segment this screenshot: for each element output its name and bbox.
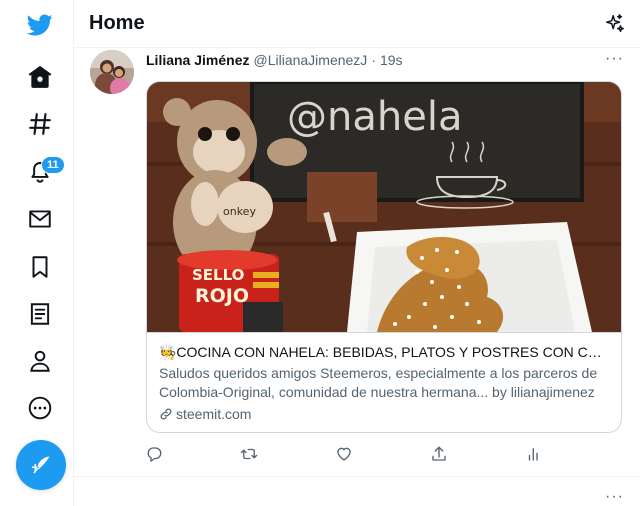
nav-lists[interactable] [17, 291, 63, 337]
analytics-icon [528, 448, 538, 461]
twitter-logo-link[interactable] [17, 2, 63, 48]
main-timeline: Home Liliana Jiménez @LilianaJimenezJ · … [74, 0, 640, 506]
card-image: @nahela onkey SELLO ROJO [147, 82, 621, 332]
share-icon [432, 446, 446, 461]
separator-dot: · [371, 52, 376, 68]
tweet-actions [140, 442, 560, 466]
nav-profile[interactable] [17, 338, 63, 384]
card-image-text: @nahela [287, 94, 462, 140]
card-domain: steemit.com [159, 405, 611, 423]
next-tweet-more-button[interactable]: ··· [605, 488, 624, 506]
compose-tweet-button[interactable] [16, 440, 66, 490]
reply-icon [147, 447, 162, 462]
like-icon [337, 447, 351, 461]
tweet-timestamp[interactable]: 19s [380, 52, 403, 68]
share-button[interactable] [427, 442, 451, 466]
link-card[interactable]: @nahela onkey [146, 81, 622, 433]
link-icon [160, 408, 172, 420]
timeline-header: Home [74, 0, 640, 48]
user-handle[interactable]: @LilianaJimenezJ [253, 52, 367, 68]
nav-explore[interactable] [17, 101, 63, 147]
nav-notifications[interactable]: 11 [17, 148, 65, 194]
nav-bookmarks[interactable] [17, 244, 63, 290]
sidebar-nav: 11 [0, 0, 74, 506]
home-icon [28, 65, 52, 88]
notifications-badge: 11 [41, 156, 65, 174]
nav-more[interactable] [17, 385, 63, 431]
sparkle-icon[interactable] [604, 13, 626, 35]
retweet-button[interactable] [237, 442, 261, 466]
twitter-bird-icon [27, 14, 53, 36]
feather-plus-icon [32, 456, 50, 474]
card-details: 🧑‍🍳COCINA CON NAHELA: BEBIDAS, PLATOS Y … [147, 332, 621, 432]
svg-text:ROJO: ROJO [195, 285, 249, 307]
bookmark-icon [32, 256, 48, 278]
card-domain-text: steemit.com [176, 406, 252, 422]
svg-text:SELLO: SELLO [192, 266, 244, 284]
avatar-photo [90, 50, 134, 94]
hashtag-icon [29, 113, 51, 135]
card-description: Saludos queridos amigos Steemeros, espec… [159, 365, 598, 400]
like-button[interactable] [332, 442, 356, 466]
retweet-icon [240, 448, 258, 460]
analytics-button[interactable] [522, 442, 546, 466]
card-title: 🧑‍🍳COCINA CON NAHELA: BEBIDAS, PLATOS Y … [159, 344, 611, 360]
more-circle-icon [28, 396, 52, 420]
nav-home[interactable] [17, 54, 63, 100]
reply-button[interactable] [142, 442, 166, 466]
envelope-icon [29, 210, 51, 228]
svg-text:onkey: onkey [223, 205, 256, 218]
tweet-header: Liliana Jiménez @LilianaJimenezJ · 19s [146, 52, 403, 68]
list-icon [30, 303, 50, 325]
display-name[interactable]: Liliana Jiménez [146, 52, 249, 68]
person-icon [30, 350, 50, 372]
nav-messages[interactable] [17, 196, 63, 242]
avatar[interactable] [90, 50, 134, 94]
tweet-more-button[interactable]: ··· [605, 50, 624, 68]
page-title: Home [89, 12, 145, 34]
tweet[interactable]: Liliana Jiménez @LilianaJimenezJ · 19s ·… [74, 48, 640, 477]
